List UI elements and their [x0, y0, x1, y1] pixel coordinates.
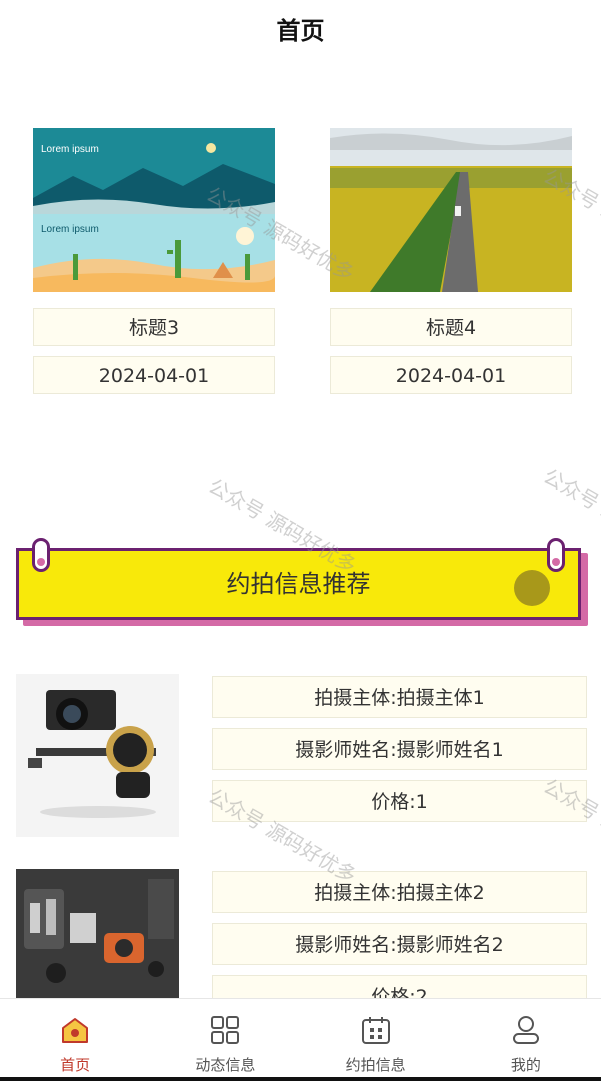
- thumb-lorem-2: Lorem ipsum: [41, 224, 99, 235]
- binder-ring-icon: [547, 538, 565, 572]
- tab-news[interactable]: 动态信息: [150, 999, 300, 1081]
- news-card-date: 2024-04-01: [33, 356, 275, 394]
- tab-label: 首页: [60, 1056, 91, 1074]
- news-card[interactable]: Lorem ipsum Lorem ipsum 标题3 2024-04-01: [33, 128, 275, 394]
- recommendation-subject: 拍摄主体:拍摄主体2: [212, 871, 587, 913]
- tab-mine[interactable]: 我的: [451, 999, 601, 1081]
- list-item[interactable]: 拍摄主体:拍摄主体1 摄影师姓名:摄影师姓名1 价格:1: [16, 674, 588, 839]
- recommendation-photographer: 摄影师姓名:摄影师姓名1: [212, 728, 587, 770]
- recommendation-price: 价格:2: [212, 975, 587, 999]
- tab-label: 约拍信息: [345, 1056, 406, 1074]
- section-banner-title: 约拍信息推荐: [16, 548, 581, 620]
- news-card-title[interactable]: 标题3: [33, 308, 275, 346]
- news-card-image[interactable]: Lorem ipsum Lorem ipsum: [33, 128, 275, 292]
- tab-home[interactable]: 首页: [0, 999, 150, 1081]
- banner-dot: [514, 570, 550, 606]
- news-card-image[interactable]: [330, 128, 572, 292]
- calendar-icon: [361, 1017, 390, 1044]
- user-icon: [512, 1016, 539, 1044]
- recommendation-subject: 拍摄主体:拍摄主体1: [212, 676, 587, 718]
- recommendation-price: 价格:1: [212, 780, 587, 822]
- bottom-tab-bar: 首页 动态信息 约拍信息 我的: [0, 998, 601, 1081]
- tab-label: 我的: [510, 1056, 541, 1074]
- binder-ring-icon: [32, 538, 50, 572]
- tab-label: 动态信息: [195, 1056, 256, 1074]
- news-card-date: 2024-04-01: [330, 356, 572, 394]
- page-title: 首页: [276, 17, 325, 45]
- news-card[interactable]: 标题4 2024-04-01: [330, 128, 572, 394]
- news-card-title[interactable]: 标题4: [330, 308, 572, 346]
- section-banner: 约拍信息推荐: [16, 538, 588, 628]
- recommendation-photographer: 摄影师姓名:摄影师姓名2: [212, 923, 587, 965]
- recommendation-image[interactable]: [16, 674, 179, 837]
- grid-icon: [211, 1016, 240, 1044]
- header: 首页: [0, 0, 601, 62]
- home-icon: [62, 1018, 89, 1043]
- recommendation-image[interactable]: [16, 869, 179, 998]
- thumb-lorem-1: Lorem ipsum: [41, 144, 99, 155]
- tab-booking[interactable]: 约拍信息: [301, 999, 451, 1081]
